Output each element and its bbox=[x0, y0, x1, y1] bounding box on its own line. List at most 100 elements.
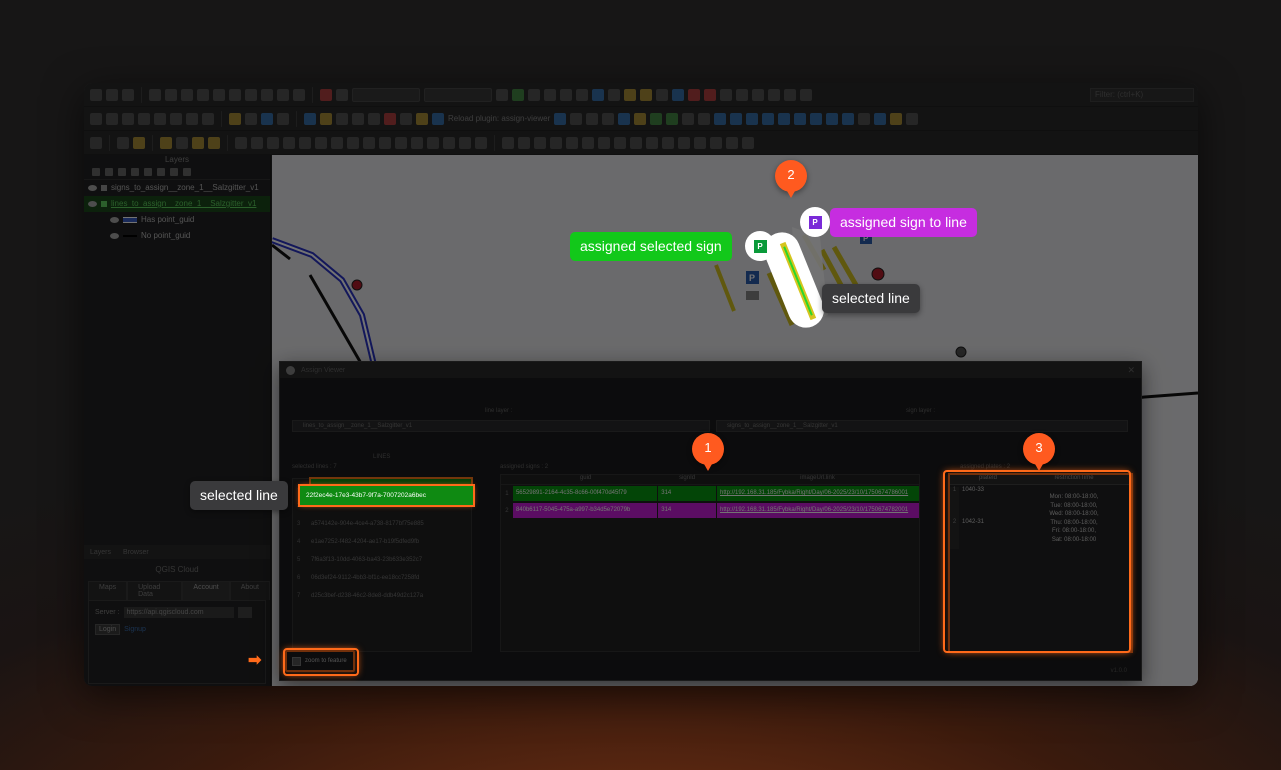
tool-icon[interactable] bbox=[582, 136, 594, 149]
layer-item-signs[interactable]: signs_to_assign__zone_1__Salzgitter_v1 bbox=[84, 180, 270, 196]
tab-browser[interactable]: Browser bbox=[123, 549, 149, 556]
tool-icon[interactable] bbox=[570, 112, 583, 125]
tool-icon[interactable] bbox=[245, 112, 257, 125]
sign-point-icon[interactable] bbox=[351, 279, 363, 291]
globe-icon[interactable] bbox=[672, 88, 684, 101]
tool-icon[interactable] bbox=[666, 112, 679, 125]
tool-icon[interactable] bbox=[630, 136, 642, 149]
tool-icon[interactable] bbox=[730, 112, 743, 125]
pan-icon[interactable] bbox=[149, 88, 161, 101]
close-icon[interactable]: ✕ bbox=[1127, 365, 1135, 376]
tool-icon[interactable] bbox=[106, 112, 118, 125]
tool-icon[interactable] bbox=[395, 136, 407, 149]
tool-icon[interactable] bbox=[534, 136, 546, 149]
zoom-full-icon[interactable] bbox=[213, 88, 225, 101]
tool-icon[interactable] bbox=[634, 112, 647, 125]
tab-about[interactable]: About bbox=[229, 581, 270, 600]
tool-icon[interactable] bbox=[496, 88, 508, 101]
tool-icon[interactable] bbox=[368, 112, 380, 125]
tool-icon[interactable] bbox=[768, 88, 780, 101]
tool-icon[interactable] bbox=[443, 136, 455, 149]
list-item[interactable]: 6 06d3ef24-9112-4bb3-bf1c-ee18cc7258fd bbox=[293, 569, 471, 587]
list-item[interactable]: 5 7f6a3f13-10dd-4063-ba43-23b633e352c7 bbox=[293, 551, 471, 569]
search-input[interactable]: Filter: (ctrl+K) bbox=[1090, 88, 1194, 102]
list-item[interactable]: 4 e1ae7252-f482-4204-ae17-b19f5dfed9fb bbox=[293, 533, 471, 551]
tool-icon[interactable] bbox=[427, 136, 439, 149]
tool-icon[interactable] bbox=[678, 136, 690, 149]
tool-icon[interactable] bbox=[560, 88, 572, 101]
tool-icon[interactable] bbox=[810, 112, 823, 125]
tool-icon[interactable] bbox=[858, 112, 871, 125]
tool-icon[interactable] bbox=[352, 112, 364, 125]
tool-icon[interactable] bbox=[502, 136, 514, 149]
filter-expression-icon[interactable] bbox=[144, 168, 152, 176]
tool-icon[interactable] bbox=[550, 136, 562, 149]
image-url-link[interactable]: http://192.168.31.185/Fybka/Right/Day/06… bbox=[716, 503, 919, 518]
expand-all-icon[interactable] bbox=[157, 168, 165, 176]
new-project-icon[interactable] bbox=[90, 88, 102, 101]
tool-icon[interactable] bbox=[698, 112, 711, 125]
sign-guid-cell[interactable]: 56529891-2164-4c35-8c66-00f470d45f79 bbox=[512, 486, 658, 501]
tool-icon[interactable] bbox=[331, 136, 343, 149]
tool-icon[interactable] bbox=[347, 136, 359, 149]
line-layer-select[interactable]: lines_to_assign__zone_1__Salzgitter_v1 bbox=[292, 420, 710, 432]
visibility-eye-icon[interactable] bbox=[88, 185, 97, 191]
tool-icon[interactable] bbox=[283, 136, 295, 149]
tool-icon[interactable] bbox=[778, 112, 791, 125]
open-styling-icon[interactable] bbox=[92, 168, 100, 176]
zoom-last-icon[interactable] bbox=[261, 88, 273, 101]
tool-icon[interactable] bbox=[528, 88, 540, 101]
tool-icon[interactable] bbox=[133, 136, 145, 149]
tool-icon[interactable] bbox=[315, 136, 327, 149]
zoom-out-icon[interactable] bbox=[197, 88, 209, 101]
tool-icon[interactable] bbox=[714, 112, 727, 125]
tool-icon[interactable] bbox=[117, 136, 129, 149]
open-project-icon[interactable] bbox=[106, 88, 118, 101]
scale-input[interactable] bbox=[352, 87, 420, 102]
layer-item-lines[interactable]: lines_to_assign__zone_1__Salzgitter_v1 bbox=[84, 196, 270, 212]
visibility-eye-icon[interactable] bbox=[110, 233, 119, 239]
sign-layer-select[interactable]: signs_to_assign__zone_1__Salzgitter_v1 bbox=[716, 420, 1128, 432]
tool-icon[interactable] bbox=[320, 112, 332, 125]
tool-icon[interactable] bbox=[614, 136, 626, 149]
tool-icon[interactable] bbox=[186, 112, 198, 125]
tool-icon[interactable] bbox=[646, 136, 658, 149]
tool-icon[interactable] bbox=[576, 88, 588, 101]
tool-icon[interactable] bbox=[736, 88, 748, 101]
column-header[interactable]: guid bbox=[513, 475, 658, 484]
tool-icon[interactable] bbox=[251, 136, 263, 149]
zoom-in-icon[interactable] bbox=[181, 88, 193, 101]
tool-icon[interactable] bbox=[566, 136, 578, 149]
tool-icon[interactable] bbox=[90, 136, 102, 149]
tool-icon[interactable] bbox=[704, 88, 716, 101]
tool-icon[interactable] bbox=[890, 112, 903, 125]
tool-icon[interactable] bbox=[752, 88, 764, 101]
tool-icon[interactable] bbox=[762, 112, 775, 125]
filter-legend-icon[interactable] bbox=[131, 168, 139, 176]
collapse-all-icon[interactable] bbox=[170, 168, 178, 176]
selected-line-highlight-row[interactable]: 22f2ec4e-17e3-43b7-9f7a-7007202a6bec bbox=[298, 484, 475, 507]
tool-icon[interactable] bbox=[586, 112, 599, 125]
tool-icon[interactable] bbox=[122, 112, 134, 125]
tab-maps[interactable]: Maps bbox=[88, 581, 128, 600]
tool-icon[interactable] bbox=[662, 136, 674, 149]
table-row[interactable]: 2 840b6117-5045-475a-a997-b34d5e72079b 3… bbox=[501, 502, 919, 519]
tool-icon[interactable] bbox=[608, 88, 620, 101]
tool-icon[interactable] bbox=[267, 136, 279, 149]
tool-icon[interactable] bbox=[598, 136, 610, 149]
legend-item-no-point-guid[interactable]: No point_guid bbox=[84, 228, 270, 244]
tool-icon[interactable] bbox=[202, 112, 214, 125]
sign-point-icon[interactable] bbox=[955, 346, 967, 358]
visibility-eye-icon[interactable] bbox=[110, 217, 119, 223]
legend-item-has-point-guid[interactable]: Has point_guid bbox=[84, 212, 270, 228]
list-item[interactable]: 7 d25c3bef-d238-46c2-8de8-ddb49d2c127a bbox=[293, 587, 471, 605]
signs-table[interactable]: guid signId imageUrl.link 1 56529891-216… bbox=[500, 474, 920, 652]
tool-icon[interactable] bbox=[656, 88, 668, 101]
tool-icon[interactable] bbox=[512, 88, 524, 101]
manage-map-themes-icon[interactable] bbox=[118, 168, 126, 176]
server-input[interactable]: https://api.qgiscloud.com bbox=[123, 607, 234, 618]
save-icon[interactable] bbox=[122, 88, 134, 101]
column-header[interactable]: imageUrl.link bbox=[716, 475, 919, 484]
reload-plugin-icon[interactable] bbox=[432, 112, 444, 125]
tool-icon[interactable] bbox=[746, 112, 759, 125]
